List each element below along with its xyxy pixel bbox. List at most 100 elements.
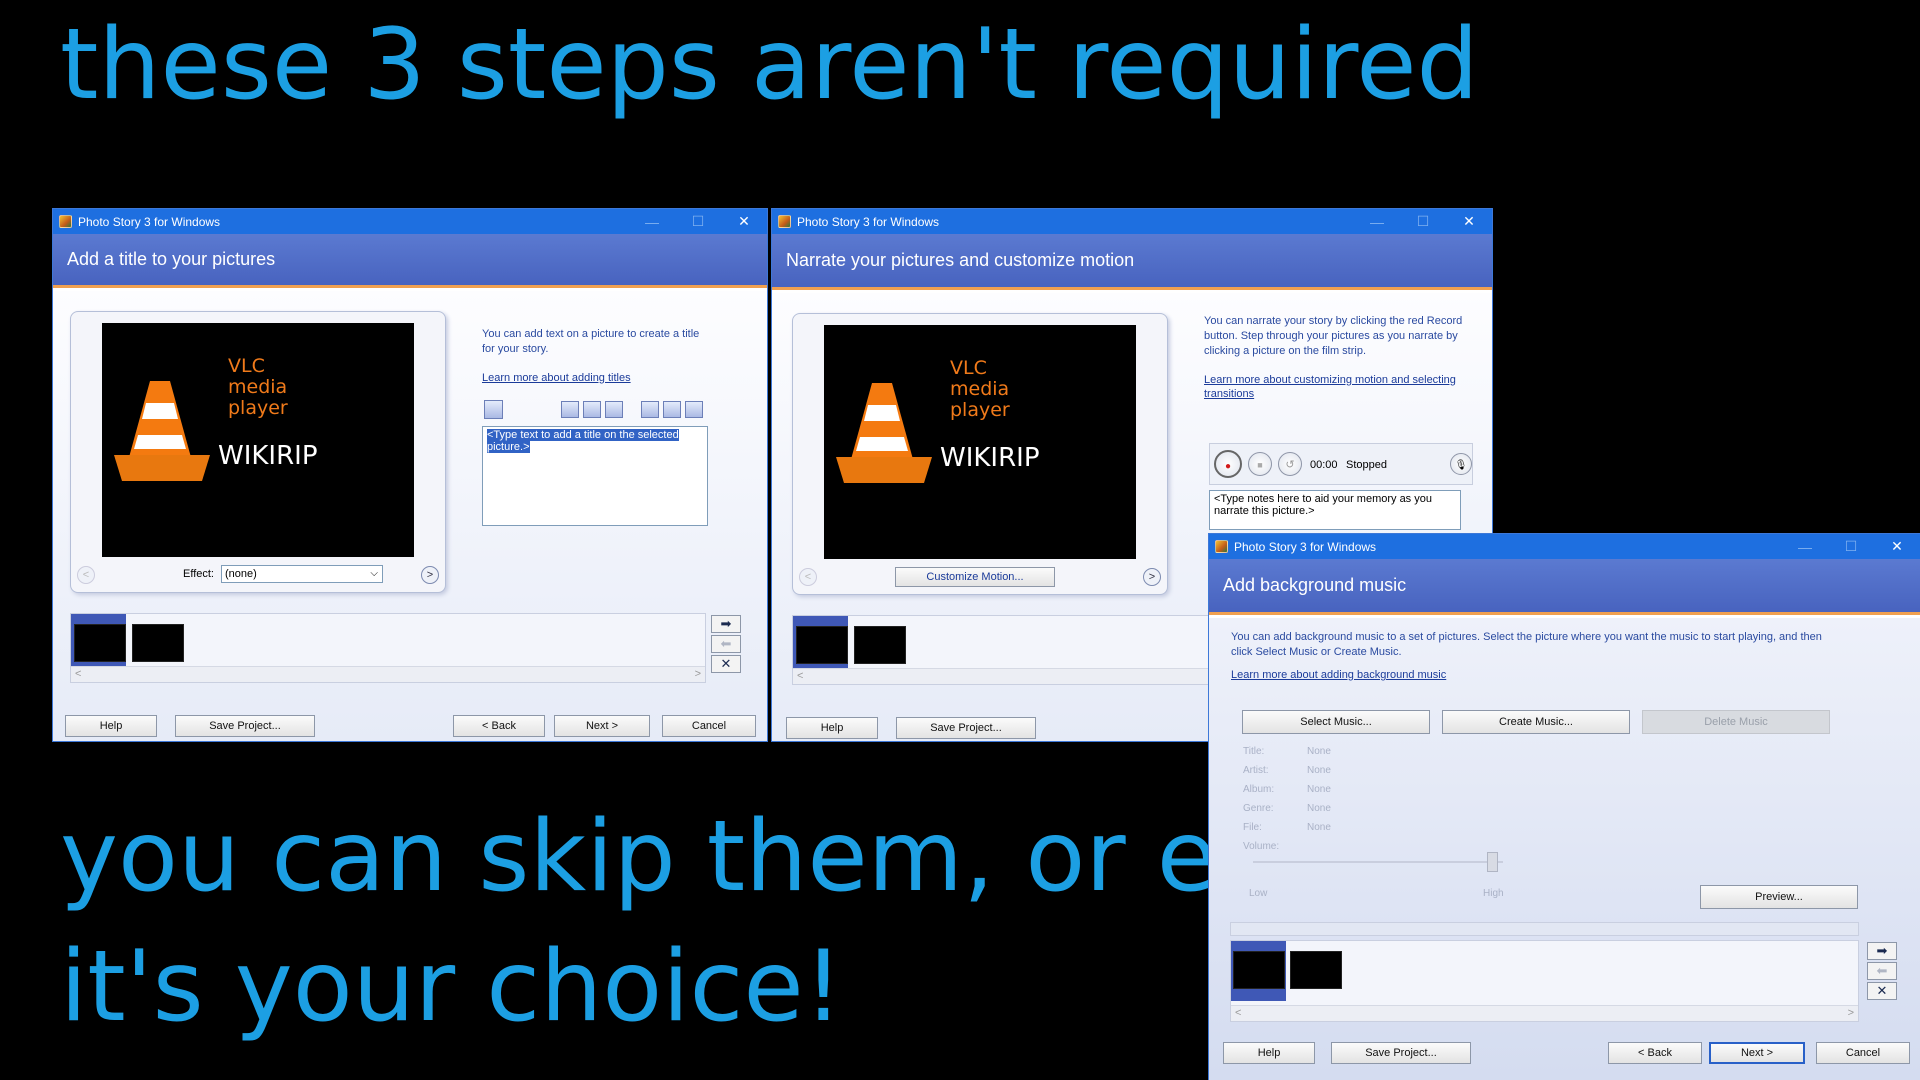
album-label: Album: (1243, 784, 1275, 795)
next-button[interactable]: Next > (1709, 1042, 1805, 1064)
film-strip-picture-2[interactable] (1290, 951, 1342, 989)
customize-motion-label: Customize Motion... (926, 571, 1024, 583)
close-button[interactable]: ✕ (1446, 213, 1492, 230)
microphone-icon: 🎙 (1454, 460, 1468, 471)
undo-button[interactable]: ↺ (1278, 452, 1302, 476)
learn-more-titles-link[interactable]: Learn more about adding titles (482, 371, 631, 385)
film-strip-picture-1[interactable] (74, 624, 126, 662)
previous-picture-button[interactable]: < (77, 566, 95, 584)
move-left-button[interactable]: ⬅ (711, 635, 741, 653)
help-button[interactable]: Help (1223, 1042, 1315, 1064)
minimize-button[interactable]: — (1354, 214, 1400, 230)
next-picture-button[interactable]: > (1143, 568, 1161, 586)
album-value: None (1307, 784, 1331, 795)
save-project-button[interactable]: Save Project... (896, 717, 1036, 739)
vlc-cone-icon (114, 381, 210, 481)
record-button[interactable]: ● (1214, 450, 1242, 478)
maximize-button[interactable]: ☐ (1828, 538, 1874, 555)
scroll-left-arrow[interactable]: < (797, 670, 803, 682)
stop-button[interactable]: ■ (1248, 452, 1272, 476)
app-icon (778, 215, 791, 228)
scroll-left-arrow[interactable]: < (75, 668, 81, 680)
window-title: Photo Story 3 for Windows (1234, 539, 1377, 554)
film-strip-picture-1[interactable] (796, 626, 848, 664)
font-icon[interactable] (484, 400, 503, 419)
wikirip-text: WIKIRIP (218, 441, 318, 471)
genre-label: Genre: (1243, 803, 1274, 814)
position-middle-icon[interactable] (663, 401, 681, 418)
volume-label: Volume: (1243, 841, 1280, 852)
save-project-button[interactable]: Save Project... (175, 715, 315, 737)
stop-icon: ■ (1257, 460, 1263, 470)
film-strip-picture-2[interactable] (854, 626, 906, 664)
film-strip-scrollbar[interactable]: < > (71, 666, 705, 682)
film-strip-picture-2[interactable] (132, 624, 184, 662)
window-title: Photo Story 3 for Windows (78, 214, 221, 229)
learn-more-motion-link[interactable]: Learn more about customizing motion and … (1204, 373, 1488, 401)
preview-button[interactable]: Preview... (1700, 885, 1858, 909)
previous-picture-button[interactable]: < (799, 568, 817, 586)
back-button[interactable]: < Back (453, 715, 545, 737)
app-icon (1215, 540, 1228, 553)
effect-select[interactable]: (none) ⌵ (221, 565, 383, 583)
align-right-icon[interactable] (605, 401, 623, 418)
volume-slider-track[interactable] (1253, 861, 1503, 863)
align-left-icon[interactable] (561, 401, 579, 418)
film-strip-picture-1[interactable] (1233, 951, 1285, 989)
film-strip-scrollbar[interactable]: < > (1231, 1005, 1858, 1021)
record-icon: ● (1224, 461, 1232, 472)
title-text-input[interactable]: <Type text to add a title on the selecte… (482, 426, 708, 526)
scroll-right-arrow[interactable]: > (1848, 1007, 1854, 1019)
vlc-line1: VLC (950, 357, 987, 379)
title-window: Photo Story 3 for Windows — ☐ ✕ Add a ti… (52, 208, 768, 742)
move-right-button[interactable]: ➡ (711, 615, 741, 633)
narration-notes-input[interactable]: <Type notes here to aid your memory as y… (1209, 490, 1461, 530)
delete-music-button[interactable]: Delete Music (1642, 710, 1830, 734)
help-button[interactable]: Help (65, 715, 157, 737)
create-music-button[interactable]: Create Music... (1442, 710, 1630, 734)
learn-more-music-link[interactable]: Learn more about adding background music (1231, 668, 1446, 682)
window-body: You can add background music to a set of… (1209, 618, 1920, 1080)
maximize-button[interactable]: ☐ (1400, 213, 1446, 230)
next-picture-button[interactable]: > (421, 566, 439, 584)
music-info-text: You can add background music to a set of… (1231, 631, 1822, 658)
position-top-icon[interactable] (641, 401, 659, 418)
scroll-right-arrow[interactable]: > (695, 668, 701, 680)
customize-motion-button[interactable]: Customize Motion... (895, 567, 1055, 587)
close-button[interactable]: ✕ (1874, 538, 1920, 555)
move-right-button[interactable]: ➡ (1867, 942, 1897, 960)
volume-low-label: Low (1249, 888, 1268, 899)
picture-preview-panel: VLC media player WIKIRIP < Effect: (none… (70, 311, 446, 593)
title-value: None (1307, 746, 1331, 757)
volume-slider-thumb[interactable] (1487, 852, 1498, 872)
microphone-button[interactable]: 🎙 (1450, 453, 1472, 475)
cancel-button[interactable]: Cancel (1816, 1042, 1910, 1064)
close-button[interactable]: ✕ (721, 213, 767, 230)
recording-status: Stopped (1346, 459, 1387, 471)
title-text-value: <Type text to add a title on the selecte… (487, 429, 679, 453)
cancel-button[interactable]: Cancel (662, 715, 756, 737)
move-left-button[interactable]: ⬅ (1867, 962, 1897, 980)
film-strip: < > (1230, 940, 1859, 1022)
help-button[interactable]: Help (786, 717, 878, 739)
preview-image: VLC media player WIKIRIP (102, 323, 414, 557)
select-music-button[interactable]: Select Music... (1242, 710, 1430, 734)
minimize-button[interactable]: — (1782, 539, 1828, 555)
remove-picture-button[interactable]: ✕ (1867, 982, 1897, 1000)
save-project-button[interactable]: Save Project... (1331, 1042, 1471, 1064)
caption-line-2: you can skip them, or edit (60, 800, 1345, 914)
remove-picture-button[interactable]: ✕ (711, 655, 741, 673)
align-center-icon[interactable] (583, 401, 601, 418)
preview-image: VLC media player WIKIRIP (824, 325, 1136, 559)
scroll-left-arrow[interactable]: < (1235, 1007, 1241, 1019)
position-bottom-icon[interactable] (685, 401, 703, 418)
back-button[interactable]: < Back (1608, 1042, 1702, 1064)
minimize-button[interactable]: — (629, 214, 675, 230)
caption-line-1: these 3 steps aren't required (60, 8, 1479, 122)
next-button[interactable]: Next > (554, 715, 650, 737)
maximize-button[interactable]: ☐ (675, 213, 721, 230)
title-label: Title: (1243, 746, 1265, 757)
vlc-text: VLC media player (950, 358, 1010, 421)
file-label: File: (1243, 822, 1262, 833)
wikirip-text: WIKIRIP (940, 443, 1040, 473)
